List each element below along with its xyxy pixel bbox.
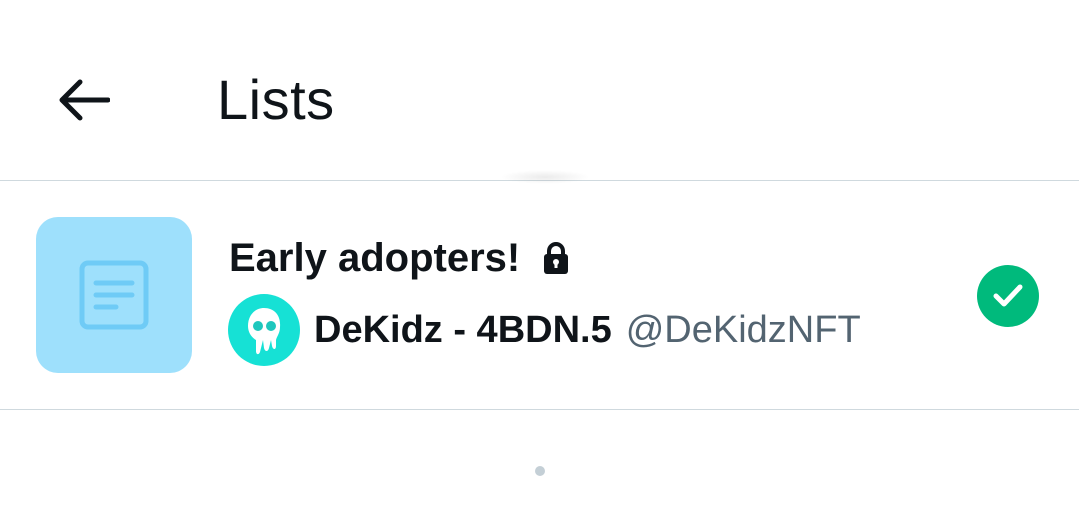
top-app-bar: Lists [0,0,1079,180]
list-item[interactable]: Early adopters! DeKidz - 4BDN.5 @DeKidzN… [0,181,1079,409]
list-thumbnail [36,217,192,373]
arrow-left-icon [59,79,110,121]
list-document-icon [79,260,149,330]
back-button[interactable] [50,68,118,132]
avatar[interactable] [228,294,300,366]
checkmark-icon [993,284,1023,307]
page-indicator-dot [535,466,545,476]
owner-handle: @DeKidzNFT [625,308,861,351]
list-divider [0,409,1079,410]
lock-icon [542,241,570,275]
list-owner: DeKidz - 4BDN.5 @DeKidzNFT [228,294,861,366]
list-title-row: Early adopters! [229,235,570,281]
list-name: Early adopters! [229,236,521,280]
page-title: Lists [217,68,335,131]
selected-check-button[interactable] [977,265,1039,327]
owner-display-name: DeKidz - 4BDN.5 [314,308,612,351]
ghost-skull-icon [248,308,281,355]
lists-screen: Lists Early adopters! DeKidz - 4BDN.5 @D… [0,0,1079,509]
